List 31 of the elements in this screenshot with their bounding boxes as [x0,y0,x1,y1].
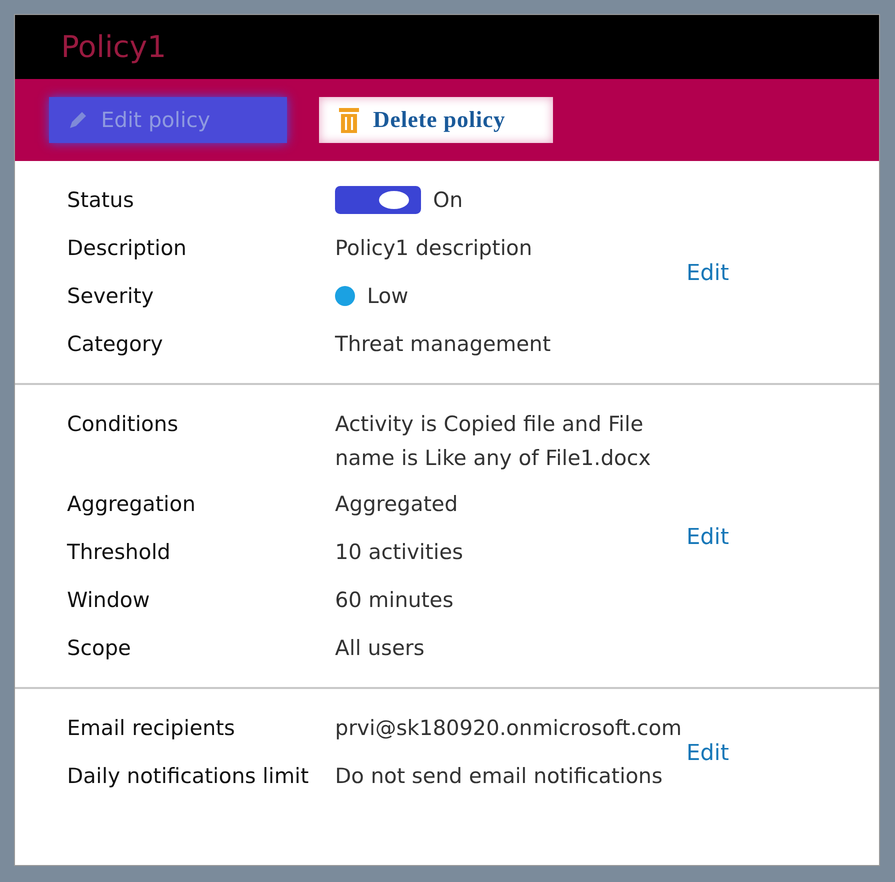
field-value: 60 minutes [335,587,454,614]
field-value: Do not send email notifications [335,763,663,790]
field-value: All users [335,635,424,662]
field-value: Activity is Copied file and File name is Like any of File1.docx [335,411,652,472]
field-value: Aggregated [335,491,458,518]
status-value: On [433,187,463,214]
policy-title: Policy1 [61,30,166,64]
delete-policy-button[interactable]: Delete policy [319,97,553,143]
severity-value: Low [367,283,408,310]
field-label: Status [67,187,135,214]
edit-link[interactable]: Edit [686,740,729,766]
field-label: Conditions [67,411,180,438]
field-value: prvi@sk180920.onmicrosoft.com [335,715,682,742]
field-label: Severity [67,283,155,310]
field-label: Scope [67,635,132,662]
field-label: Daily notifications limit [67,763,310,790]
field-value: Threat management [335,331,551,358]
field-value: 10 activities [335,539,464,566]
trash-icon [337,106,361,134]
field-label: Email recipients [67,715,236,742]
status-toggle[interactable] [335,186,421,214]
edit-link[interactable]: Edit [686,524,729,550]
pencil-icon [67,109,89,131]
edit-link[interactable]: Edit [686,260,729,286]
field-value: Policy1 description [335,235,532,262]
field-label: Aggregation [67,491,197,518]
field-label: Window [67,587,151,614]
edit-policy-button[interactable]: Edit policy [49,97,287,143]
field-label: Description [67,235,188,262]
field-label: Threshold [67,539,172,566]
field-label: Category [67,331,164,358]
